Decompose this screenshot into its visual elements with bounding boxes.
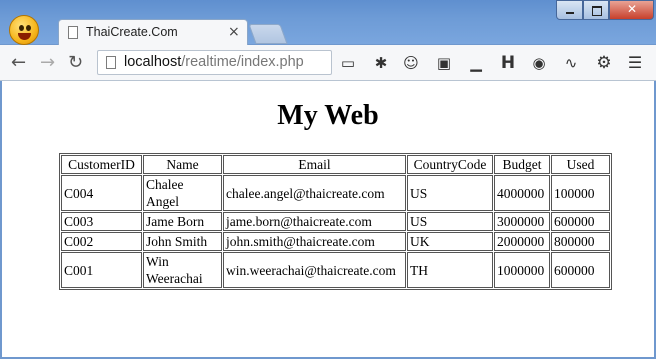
page-content: My Web CustomerID Name Email CountryCode… (2, 81, 654, 357)
tab-title: ThaiCreate.Com (86, 25, 178, 39)
cell-name: John Smith (143, 232, 222, 251)
pulse-icon[interactable]: ∿ (561, 53, 581, 73)
header-email: Email (223, 155, 406, 174)
cell-name: Jame Born (143, 212, 222, 231)
cell-customerid: C002 (61, 232, 142, 251)
ruler-icon[interactable]: ▁ (466, 53, 486, 73)
url-text[interactable]: localhost/realtime/index.php (124, 54, 304, 70)
page-icon (68, 26, 78, 39)
gear-icon[interactable]: ⚙ (594, 53, 614, 73)
cell-email: chalee.angel@thaicreate.com (223, 175, 406, 211)
profile-avatar-icon[interactable] (9, 15, 39, 45)
cell-used: 100000 (551, 175, 610, 211)
h-icon[interactable]: H (498, 53, 518, 73)
cell-name: Chalee Angel (143, 175, 222, 211)
header-budget: Budget (494, 155, 550, 174)
table-row: C001 Win Weerachai win.weerachai@thaicre… (61, 252, 610, 288)
cell-email: john.smith@thaicreate.com (223, 232, 406, 251)
title-bar: ThaiCreate.Com × (0, 0, 656, 46)
page-title: My Web (277, 100, 379, 131)
cell-used: 800000 (551, 232, 610, 251)
customer-table: CustomerID Name Email CountryCode Budget… (59, 153, 612, 290)
circle-icon[interactable]: ◉ (529, 53, 549, 73)
cell-customerid: C003 (61, 212, 142, 231)
back-arrow-icon[interactable]: ← (11, 52, 26, 73)
cell-email: jame.born@thaicreate.com (223, 212, 406, 231)
cell-budget: 2000000 (494, 232, 550, 251)
emoji-icon[interactable]: ☺ (401, 53, 421, 73)
reload-icon[interactable]: ↻ (68, 52, 83, 73)
header-customerid: CustomerID (61, 155, 142, 174)
cell-budget: 3000000 (494, 212, 550, 231)
browser-toolbar: ← → ↻ localhost/realtime/index.php ▭ ✱ ☺… (0, 45, 656, 81)
table-row: C003 Jame Born jame.born@thaicreate.com … (61, 212, 610, 231)
cell-email: win.weerachai@thaicreate.com (223, 252, 406, 288)
close-window-button[interactable] (609, 0, 654, 20)
screenshot-icon[interactable]: ▣ (434, 53, 454, 73)
cell-countrycode: US (407, 175, 493, 211)
forward-arrow-icon[interactable]: → (40, 52, 55, 73)
bug-icon[interactable]: ✱ (371, 53, 391, 73)
header-used: Used (551, 155, 610, 174)
address-bar[interactable]: localhost/realtime/index.php (97, 50, 332, 75)
maximize-button[interactable] (583, 0, 609, 20)
cell-used: 600000 (551, 252, 610, 288)
table-row: C002 John Smith john.smith@thaicreate.co… (61, 232, 610, 251)
tab-close-icon[interactable]: × (228, 24, 240, 40)
tab-thaicreate[interactable]: ThaiCreate.Com × (58, 19, 248, 46)
cell-name: Win Weerachai (143, 252, 222, 288)
menu-icon[interactable]: ☰ (625, 53, 645, 73)
minimize-button[interactable] (556, 0, 583, 20)
cell-budget: 1000000 (494, 252, 550, 288)
cell-used: 600000 (551, 212, 610, 231)
cell-countrycode: UK (407, 232, 493, 251)
header-countrycode: CountryCode (407, 155, 493, 174)
window-icon[interactable]: ▭ (338, 53, 358, 73)
cell-budget: 4000000 (494, 175, 550, 211)
cell-customerid: C001 (61, 252, 142, 288)
cell-countrycode: US (407, 212, 493, 231)
table-header-row: CustomerID Name Email CountryCode Budget… (61, 155, 610, 174)
new-tab-button[interactable] (248, 24, 288, 44)
cell-countrycode: TH (407, 252, 493, 288)
page-icon (106, 56, 116, 69)
browser-window: ThaiCreate.Com × ← → ↻ localhost/realtim… (0, 0, 656, 359)
header-name: Name (143, 155, 222, 174)
cell-customerid: C004 (61, 175, 142, 211)
table-row: C004 Chalee Angel chalee.angel@thaicreat… (61, 175, 610, 211)
